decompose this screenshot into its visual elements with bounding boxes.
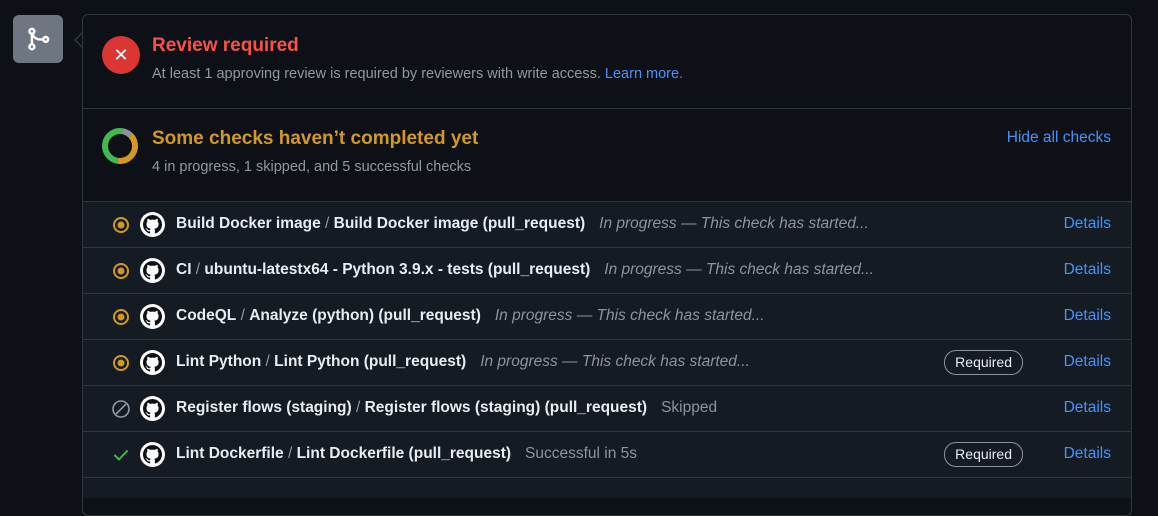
- details-link[interactable]: Details: [1064, 353, 1111, 371]
- check-row: CodeQL / Analyze (python) (pull_request)…: [83, 294, 1131, 340]
- check-status-note: In progress — This check has started...: [604, 261, 874, 278]
- checks-header: Some checks haven’t completed yet 4 in p…: [83, 109, 1131, 202]
- check-status-note: Successful in 5s: [525, 445, 638, 462]
- github-logo-icon: [140, 212, 165, 237]
- check-workflow: Lint Python: [176, 353, 262, 370]
- check-row: CI / ubuntu-latestx64 - Python 3.9.x - t…: [83, 248, 1131, 294]
- checks-progress-donut-icon: [102, 128, 138, 164]
- donut-skipped-arc: [121, 128, 133, 138]
- required-badge: Required: [944, 350, 1023, 375]
- github-logo-icon: [140, 304, 165, 329]
- check-status-note: In progress — This check has started...: [599, 215, 869, 232]
- check-job: Build Docker image (pull_request): [333, 215, 586, 232]
- check-row: Lint Python / Lint Python (pull_request)…: [83, 340, 1131, 386]
- check-icon: [111, 445, 131, 465]
- check-workflow: CI: [176, 261, 192, 278]
- check-name[interactable]: Build Docker image / Build Docker image …: [176, 215, 869, 233]
- hide-all-checks-link[interactable]: Hide all checks: [1007, 129, 1111, 147]
- details-link[interactable]: Details: [1064, 399, 1111, 417]
- review-description: At least 1 approving review is required …: [152, 66, 683, 82]
- github-logo-icon: [140, 350, 165, 375]
- details-link[interactable]: Details: [1064, 307, 1111, 325]
- check-workflow: Lint Dockerfile: [176, 445, 284, 462]
- check-separator: /: [283, 445, 297, 462]
- in-progress-dot-icon: [111, 215, 131, 235]
- check-row: [83, 478, 1131, 498]
- git-merge-icon: [13, 15, 63, 63]
- check-row: Register flows (staging) / Register flow…: [83, 386, 1131, 432]
- details-link[interactable]: Details: [1064, 261, 1111, 279]
- check-workflow: CodeQL: [176, 307, 237, 324]
- check-name[interactable]: Register flows (staging) / Register flow…: [176, 399, 717, 417]
- check-separator: /: [320, 215, 334, 232]
- check-status-note: Skipped: [661, 399, 718, 416]
- check-status-note: In progress — This check has started...: [480, 353, 750, 370]
- details-link[interactable]: Details: [1064, 215, 1111, 233]
- in-progress-dot-icon: [111, 261, 131, 281]
- check-workflow: Build Docker image: [176, 215, 321, 232]
- check-separator: /: [351, 399, 365, 416]
- check-job: Lint Python (pull_request): [274, 353, 467, 370]
- check-separator: /: [261, 353, 275, 370]
- check-name[interactable]: CI / ubuntu-latestx64 - Python 3.9.x - t…: [176, 261, 874, 279]
- x-circle-icon: ✕: [102, 36, 140, 74]
- learn-more-link[interactable]: Learn more.: [605, 66, 683, 82]
- check-name[interactable]: CodeQL / Analyze (python) (pull_request)…: [176, 307, 765, 325]
- check-status-note: In progress — This check has started...: [494, 307, 765, 324]
- check-name[interactable]: Lint Dockerfile / Lint Dockerfile (pull_…: [176, 445, 637, 463]
- in-progress-dot-icon: [111, 353, 131, 373]
- review-section: ✕ Review required At least 1 approving r…: [83, 15, 1131, 109]
- check-job: Register flows (staging) (pull_request): [364, 399, 648, 416]
- in-progress-dot-icon: [111, 307, 131, 327]
- check-name[interactable]: Lint Python / Lint Python (pull_request)…: [176, 353, 750, 371]
- check-job: Analyze (python) (pull_request): [249, 307, 481, 324]
- check-row: Lint Dockerfile / Lint Dockerfile (pull_…: [83, 432, 1131, 478]
- github-logo-icon: [140, 442, 165, 467]
- review-title: Review required: [152, 35, 299, 56]
- details-link[interactable]: Details: [1064, 445, 1111, 463]
- donut-success-arc: [102, 128, 123, 164]
- check-separator: /: [236, 307, 250, 324]
- check-row: Build Docker image / Build Docker image …: [83, 202, 1131, 248]
- merge-status-panel: ✕ Review required At least 1 approving r…: [82, 14, 1132, 516]
- donut-in-progress-arc: [117, 133, 138, 164]
- github-logo-icon: [140, 396, 165, 421]
- checks-summary: 4 in progress, 1 skipped, and 5 successf…: [152, 159, 472, 175]
- github-logo-icon: [140, 258, 165, 283]
- check-separator: /: [191, 261, 205, 278]
- checks-title: Some checks haven’t completed yet: [152, 128, 479, 149]
- check-job: Lint Dockerfile (pull_request): [296, 445, 512, 462]
- checks-list: Build Docker image / Build Docker image …: [83, 202, 1131, 498]
- check-job: ubuntu-latestx64 - Python 3.9.x - tests …: [204, 261, 591, 278]
- review-description-text: At least 1 approving review is required …: [152, 66, 601, 82]
- check-workflow: Register flows (staging): [176, 399, 352, 416]
- skipped-icon: [111, 399, 131, 419]
- required-badge: Required: [944, 442, 1023, 467]
